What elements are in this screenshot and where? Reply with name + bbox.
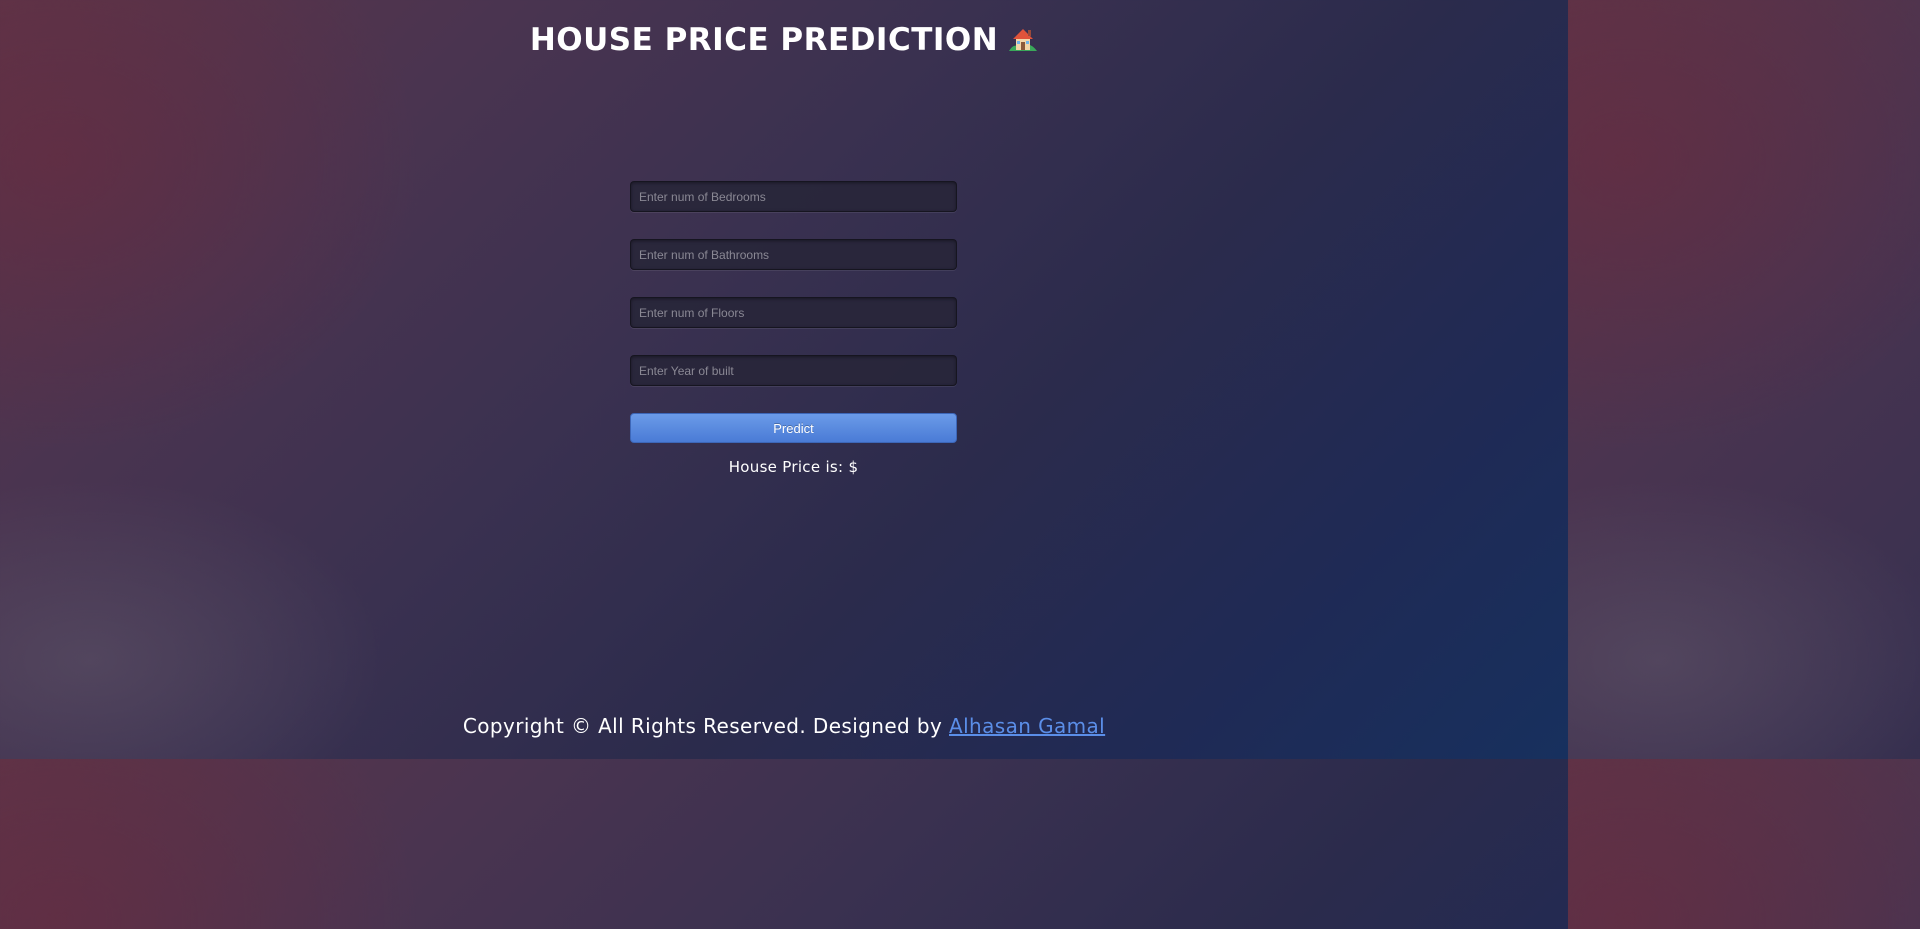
page-title-text: HOUSE PRICE PREDICTION <box>529 22 999 58</box>
bathrooms-input[interactable] <box>630 239 957 270</box>
predict-button[interactable]: Predict <box>630 413 957 443</box>
year-built-input[interactable] <box>630 355 957 386</box>
author-link[interactable]: Alhasan Gamal <box>949 714 1105 738</box>
bedrooms-input[interactable] <box>630 181 957 212</box>
prediction-form: Predict <box>630 181 957 443</box>
footer: Copyright © All Rights Reserved. Designe… <box>0 714 1568 738</box>
footer-copyright-text: Copyright © All Rights Reserved. Designe… <box>462 714 949 738</box>
house-icon <box>1008 25 1038 53</box>
price-result: House Price is: $ <box>728 458 859 476</box>
floors-input[interactable] <box>630 297 957 328</box>
page-title: HOUSE PRICE PREDICTION <box>0 22 1568 58</box>
